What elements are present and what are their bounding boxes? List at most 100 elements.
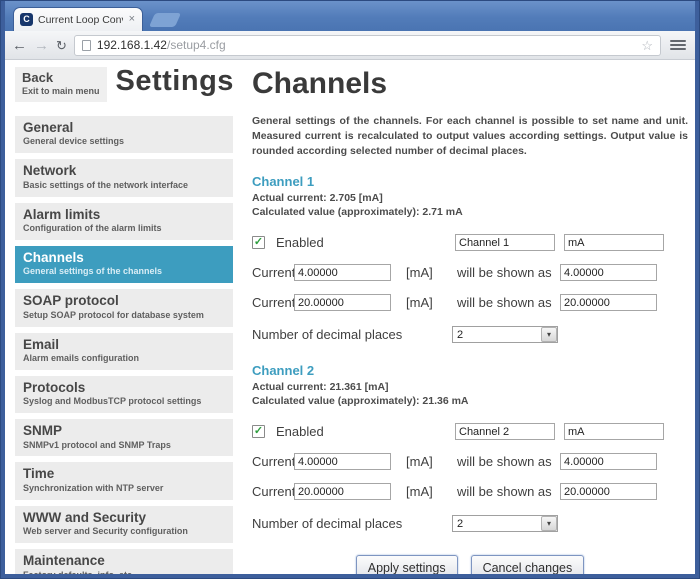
sidebar-item-subtitle: Basic settings of the network interface — [23, 180, 225, 191]
sidebar-item-subtitle: Setup SOAP protocol for database system — [23, 310, 225, 321]
channel-1-current-low-row: Current [mA] will be shown as — [252, 264, 688, 281]
channel-1-unit-input[interactable] — [564, 234, 664, 251]
sidebar-item-soap-protocol[interactable]: SOAP protocol Setup SOAP protocol for da… — [15, 289, 233, 326]
decimals-label: Number of decimal places — [252, 516, 452, 531]
sidebar-item-label: Channels — [23, 250, 225, 266]
sidebar-item-channels[interactable]: Channels General settings of the channel… — [15, 246, 233, 283]
sidebar-item-general[interactable]: General General device settings — [15, 116, 233, 153]
channel-2-current-high-input[interactable] — [294, 483, 391, 500]
chevron-down-icon[interactable]: ▾ — [541, 516, 557, 531]
sidebar-item-label: SOAP protocol — [23, 293, 225, 309]
apply-settings-button[interactable]: Apply settings — [356, 555, 458, 574]
sidebar-item-network[interactable]: Network Basic settings of the network in… — [15, 159, 233, 196]
channel-2-title: Channel 2 — [252, 363, 688, 378]
back-button[interactable]: Back Exit to main menu — [15, 67, 107, 102]
sidebar-item-subtitle: SNMPv1 protocol and SNMP Traps — [23, 440, 225, 451]
channel-2-section: Channel 2 Actual current: 21.361 [mA] Ca… — [252, 363, 688, 532]
sidebar-item-label: Email — [23, 337, 225, 353]
channel-1-actual-current: Actual current: 2.705 [mA] — [252, 191, 688, 205]
page-description: General settings of the channels. For ea… — [252, 114, 688, 160]
main-content: Channels General settings of the channel… — [252, 67, 688, 574]
browser-toolbar: ← → ↻ 192.168.1.42/setup4.cfg ☆ — [5, 31, 695, 60]
sidebar-item-time[interactable]: Time Synchronization with NTP server — [15, 462, 233, 499]
select-value: 2 — [453, 329, 463, 341]
decimals-label: Number of decimal places — [252, 327, 452, 342]
reload-icon[interactable]: ↻ — [56, 39, 67, 52]
sidebar-item-subtitle: Factory defaults, info, etc. — [23, 570, 225, 574]
page-icon[interactable] — [82, 40, 91, 51]
channel-1-decimals-select[interactable]: 2 ▾ — [452, 326, 558, 343]
chevron-down-icon[interactable]: ▾ — [541, 327, 557, 342]
channel-2-decimals-row: Number of decimal places 2 ▾ — [252, 515, 688, 532]
sidebar-item-www-security[interactable]: WWW and Security Web server and Security… — [15, 506, 233, 543]
address-bar[interactable]: 192.168.1.42/setup4.cfg ☆ — [74, 35, 661, 56]
url-host: 192.168.1.42 — [97, 38, 167, 52]
channel-2-unit-input[interactable] — [564, 423, 664, 440]
sidebar-menu: General General device settings Network … — [15, 116, 233, 574]
current-label: Current — [252, 295, 294, 310]
forward-icon[interactable]: → — [34, 38, 49, 53]
sidebar-item-subtitle: General device settings — [23, 136, 225, 147]
url-text[interactable]: 192.168.1.42/setup4.cfg — [97, 38, 226, 52]
sidebar-item-email[interactable]: Email Alarm emails configuration — [15, 333, 233, 370]
channel-1-shown-low-input[interactable] — [560, 264, 657, 281]
channel-2-shown-high-input[interactable] — [560, 483, 657, 500]
select-value: 2 — [453, 518, 463, 530]
bookmark-star-icon[interactable]: ☆ — [641, 39, 653, 52]
page-content: Back Exit to main menu Settings General … — [5, 60, 695, 574]
sidebar-item-subtitle: General settings of the channels — [23, 266, 225, 277]
channel-2-current-low-input[interactable] — [294, 453, 391, 470]
channel-1-current-high-input[interactable] — [294, 294, 391, 311]
enabled-label: Enabled — [276, 235, 455, 250]
back-button-subtitle: Exit to main menu — [22, 86, 100, 96]
channel-1-calculated-value: Calculated value (approximately): 2.71 m… — [252, 205, 688, 219]
back-icon[interactable]: ← — [12, 38, 27, 53]
url-path: /setup4.cfg — [167, 38, 226, 52]
channel-2-decimals-select[interactable]: 2 ▾ — [452, 515, 558, 532]
cancel-changes-button[interactable]: Cancel changes — [471, 555, 585, 574]
sidebar-item-snmp[interactable]: SNMP SNMPv1 protocol and SNMP Traps — [15, 419, 233, 456]
channel-2-shown-low-input[interactable] — [560, 453, 657, 470]
sidebar-item-subtitle: Synchronization with NTP server — [23, 483, 225, 494]
unit-label: [mA] — [397, 484, 457, 499]
sidebar-item-label: Protocols — [23, 380, 225, 396]
tab-title: Current Loop Converter — [38, 14, 123, 26]
channel-1-title: Channel 1 — [252, 174, 688, 189]
channel-2-name-input[interactable] — [455, 423, 555, 440]
enabled-label: Enabled — [276, 424, 455, 439]
sidebar-item-label: Time — [23, 466, 225, 482]
current-label: Current — [252, 484, 294, 499]
unit-label: [mA] — [397, 295, 457, 310]
check-icon: ✓ — [254, 237, 263, 248]
page-title: Channels — [252, 67, 688, 101]
channel-2-current-low-row: Current [mA] will be shown as — [252, 453, 688, 470]
sidebar-item-alarm-limits[interactable]: Alarm limits Configuration of the alarm … — [15, 203, 233, 240]
channel-1-enabled-row: ✓ Enabled — [252, 234, 688, 251]
unit-label: [mA] — [397, 265, 457, 280]
channel-1-current-low-input[interactable] — [294, 264, 391, 281]
sidebar: Back Exit to main menu Settings General … — [15, 67, 233, 574]
sidebar-item-subtitle: Configuration of the alarm limits — [23, 223, 225, 234]
sidebar-item-subtitle: Syslog and ModbusTCP protocol settings — [23, 396, 225, 407]
sidebar-item-label: Maintenance — [23, 553, 225, 569]
sidebar-item-subtitle: Alarm emails configuration — [23, 353, 225, 364]
sidebar-item-maintenance[interactable]: Maintenance Factory defaults, info, etc. — [15, 549, 233, 574]
will-be-shown-as-label: will be shown as — [457, 265, 560, 280]
channel-1-enabled-checkbox[interactable]: ✓ — [252, 236, 265, 249]
channel-1-shown-high-input[interactable] — [560, 294, 657, 311]
form-buttons: Apply settings Cancel changes — [252, 555, 688, 574]
browser-tab[interactable]: C Current Loop Converter × — [13, 7, 143, 31]
channel-2-enabled-checkbox[interactable]: ✓ — [252, 425, 265, 438]
channel-2-calculated-value: Calculated value (approximately): 21.36 … — [252, 394, 688, 408]
back-button-label: Back — [22, 71, 100, 86]
sidebar-item-label: SNMP — [23, 423, 225, 439]
will-be-shown-as-label: will be shown as — [457, 295, 560, 310]
current-label: Current — [252, 454, 294, 469]
will-be-shown-as-label: will be shown as — [457, 454, 560, 469]
new-tab-button[interactable] — [149, 13, 181, 27]
menu-icon[interactable] — [668, 38, 688, 52]
close-tab-icon[interactable]: × — [128, 14, 136, 25]
channel-1-name-input[interactable] — [455, 234, 555, 251]
sidebar-item-protocols[interactable]: Protocols Syslog and ModbusTCP protocol … — [15, 376, 233, 413]
channel-2-enabled-row: ✓ Enabled — [252, 423, 688, 440]
